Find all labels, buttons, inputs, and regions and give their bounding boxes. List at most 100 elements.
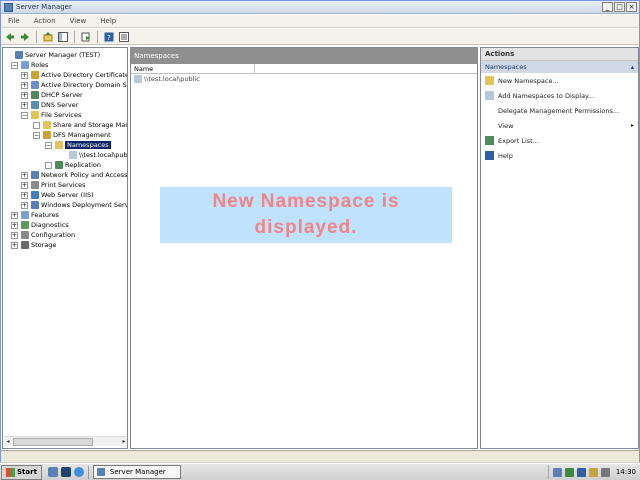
tree-label-ad-ds: Active Directory Domain Se: [41, 81, 128, 89]
column-header-row: Name: [131, 64, 477, 74]
expand-icon[interactable]: [33, 121, 40, 129]
action-add-to-display[interactable]: Add Namespaces to Display...: [481, 88, 638, 103]
help-button[interactable]: ?: [103, 31, 115, 43]
tree-label-dns: DNS Server: [41, 101, 79, 109]
expand-icon[interactable]: +: [21, 201, 28, 209]
taskbar-button-server-manager[interactable]: Server Manager: [92, 465, 181, 479]
expand-icon[interactable]: [45, 161, 52, 169]
start-button[interactable]: Start: [1, 464, 42, 480]
console-tree-icon: [58, 31, 68, 42]
menu-file[interactable]: File: [5, 17, 23, 25]
namespaces-icon: [55, 141, 63, 149]
tree-item-print[interactable]: + Print Services: [21, 180, 85, 190]
tree-item-namespace[interactable]: \\test.local\pub: [59, 150, 127, 160]
collapse-icon[interactable]: −: [21, 111, 28, 119]
tree-item-dns[interactable]: + DNS Server: [21, 100, 78, 110]
scroll-left-icon[interactable]: ◂: [4, 438, 12, 446]
tree-horizontal-scrollbar[interactable]: ◂ ▸: [4, 436, 127, 446]
tray-security-icon[interactable]: [588, 467, 598, 477]
expand-icon[interactable]: +: [21, 181, 28, 189]
tray-network-icon[interactable]: [564, 467, 574, 477]
expand-icon[interactable]: +: [21, 81, 28, 89]
expand-icon[interactable]: +: [21, 191, 28, 199]
tree-item-ad-ds[interactable]: + Active Directory Domain Se: [21, 80, 128, 90]
tree-item-wds[interactable]: + Windows Deployment Servi: [21, 200, 128, 210]
tree-label-replication: Replication: [65, 161, 101, 169]
tray-volume-icon[interactable]: [600, 467, 610, 477]
collapse-icon[interactable]: −: [33, 131, 40, 139]
show-hide-tree-button[interactable]: [57, 31, 69, 43]
expand-icon[interactable]: +: [21, 171, 28, 179]
server-manager-quicklaunch-icon[interactable]: [47, 467, 58, 477]
list-item[interactable]: \\test.local\public: [131, 74, 477, 84]
minimize-button[interactable]: _: [602, 2, 613, 12]
expand-icon[interactable]: +: [21, 101, 28, 109]
collapse-up-icon[interactable]: ▴: [631, 63, 634, 71]
expand-icon[interactable]: +: [11, 221, 18, 229]
help-icon: ?: [104, 32, 114, 42]
column-header-name[interactable]: Name: [131, 64, 255, 73]
internet-explorer-icon[interactable]: [73, 467, 84, 477]
tree-item-roles[interactable]: − Roles: [11, 60, 48, 70]
menu-view[interactable]: View: [67, 17, 90, 25]
forward-button[interactable]: [19, 31, 31, 43]
tree-item-diagnostics[interactable]: + Diagnostics: [11, 220, 69, 230]
expand-icon[interactable]: +: [11, 211, 18, 219]
tree-item-root[interactable]: Server Manager (TEST): [5, 50, 100, 60]
powershell-icon[interactable]: [60, 467, 71, 477]
namespace-icon: [69, 151, 77, 159]
tree-item-storage[interactable]: + Storage: [11, 240, 56, 250]
actions-pane: Actions Namespaces ▴ New Namespace... Ad…: [480, 47, 639, 449]
properties-button[interactable]: [118, 31, 130, 43]
blank-icon: [485, 121, 494, 130]
tree-item-configuration[interactable]: + Configuration: [11, 230, 75, 240]
scroll-thumb[interactable]: [13, 438, 93, 446]
certificate-icon: [31, 71, 39, 79]
features-icon: [21, 211, 29, 219]
tree-item-ad-cs[interactable]: + Active Directory Certificate: [21, 70, 127, 80]
server-icon: [15, 51, 23, 59]
up-level-button[interactable]: [42, 31, 54, 43]
tree-item-dfs-management[interactable]: − DFS Management: [33, 130, 111, 140]
export-list-icon: [485, 136, 494, 145]
tree-item-features[interactable]: + Features: [11, 210, 59, 220]
tree-item-share-storage[interactable]: Share and Storage Mar: [33, 120, 127, 130]
directory-icon: [31, 81, 39, 89]
action-label: New Namespace...: [498, 76, 559, 85]
clock[interactable]: 14:30: [616, 468, 636, 476]
action-delegate[interactable]: Delegate Management Permissions...: [481, 103, 638, 118]
back-button[interactable]: [4, 31, 16, 43]
tree-item-npas[interactable]: + Network Policy and Access: [21, 170, 127, 180]
action-export[interactable]: Export List...: [481, 133, 638, 148]
toolbar-separator: [74, 30, 75, 43]
expand-icon[interactable]: +: [11, 241, 18, 249]
scroll-right-icon[interactable]: ▸: [120, 438, 127, 446]
export-list-button[interactable]: [80, 31, 92, 43]
expand-icon[interactable]: +: [11, 231, 18, 239]
tree-item-dhcp[interactable]: + DHCP Server: [21, 90, 83, 100]
expand-icon[interactable]: +: [21, 91, 28, 99]
tree-item-file-services[interactable]: − File Services: [21, 110, 81, 120]
tray-monitor-icon[interactable]: [576, 467, 586, 477]
tree-label-dhcp: DHCP Server: [41, 91, 83, 99]
tree-item-namespaces[interactable]: − Namespaces: [45, 140, 111, 150]
action-new-namespace[interactable]: New Namespace...: [481, 73, 638, 88]
close-button[interactable]: ×: [626, 2, 637, 12]
expand-icon[interactable]: +: [21, 71, 28, 79]
tray-server-icon[interactable]: [552, 467, 562, 477]
tree-item-web[interactable]: + Web Server (IIS): [21, 190, 94, 200]
tree-item-replication[interactable]: Replication: [45, 160, 101, 170]
tree-label-wds: Windows Deployment Servi: [41, 201, 128, 209]
actions-section-namespaces[interactable]: Namespaces ▴: [481, 61, 638, 73]
action-help[interactable]: Help: [481, 148, 638, 163]
collapse-icon[interactable]: −: [45, 141, 52, 149]
menu-action[interactable]: Action: [31, 17, 59, 25]
title-bar[interactable]: Server Manager _ □ ×: [1, 1, 639, 14]
collapse-icon[interactable]: −: [11, 61, 18, 69]
action-view[interactable]: View ▸: [481, 118, 638, 133]
toolbar: ?: [1, 29, 639, 45]
blank-icon: [485, 106, 494, 115]
menu-help[interactable]: Help: [97, 17, 119, 25]
maximize-button[interactable]: □: [614, 2, 625, 12]
tree-label-roles: Roles: [31, 61, 49, 69]
